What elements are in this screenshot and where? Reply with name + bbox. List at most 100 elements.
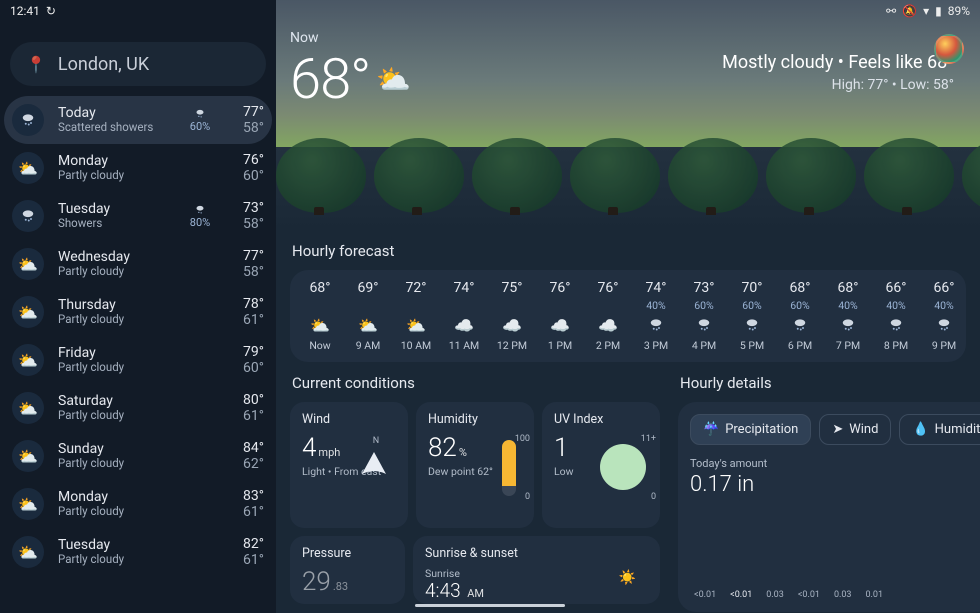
- day-row[interactable]: ⛅ SaturdayPartly cloudy 80°61°: [4, 384, 272, 432]
- day-list: TodayScattered showers 60% 77°58° ⛅ Mond…: [0, 92, 276, 580]
- day-hi: 77°: [243, 104, 264, 120]
- day-label: Sunday: [58, 441, 170, 457]
- day-lo: 60°: [243, 168, 264, 184]
- day-hi: 79°: [243, 344, 264, 360]
- now-icon: ⛅: [376, 63, 410, 96]
- main-panel: Now 68°⛅ Mostly cloudy • Feels like 68° …: [276, 0, 980, 613]
- hour-col: 65°30%9 PM: [968, 280, 980, 352]
- hour-label: 7 PM: [836, 339, 860, 352]
- day-lo: 60°: [243, 360, 264, 376]
- day-row[interactable]: ⛅ WednesdayPartly cloudy 77°58°: [4, 240, 272, 288]
- status-time: 12:41: [10, 4, 40, 18]
- day-precip: 80%: [176, 203, 224, 229]
- day-label: Tuesday: [58, 201, 170, 217]
- day-lo: 62°: [243, 456, 264, 472]
- hour-col: 72°⛅10 AM: [392, 280, 440, 352]
- day-icon: [12, 104, 44, 136]
- hour-label: 9 PM: [932, 339, 956, 352]
- hour-label: 4 PM: [692, 339, 716, 352]
- hour-temp: 74°: [646, 280, 667, 296]
- day-lo: 61°: [243, 552, 264, 568]
- day-label: Wednesday: [58, 249, 170, 265]
- hour-icon: ☁️: [550, 314, 570, 336]
- hour-temp: 68°: [838, 280, 859, 296]
- day-icon: ⛅: [12, 344, 44, 376]
- day-cond: Showers: [58, 217, 170, 230]
- day-cond: Partly cloudy: [58, 409, 170, 422]
- day-cond: Partly cloudy: [58, 313, 170, 326]
- day-lo: 61°: [243, 408, 264, 424]
- umbrella-icon: ☔: [703, 422, 719, 437]
- day-row[interactable]: ⛅ MondayPartly cloudy 83°61°: [4, 480, 272, 528]
- day-row[interactable]: ⛅ FridayPartly cloudy 79°60°: [4, 336, 272, 384]
- day-icon: ⛅: [12, 152, 44, 184]
- hour-col: 75°☁️12 PM: [488, 280, 536, 352]
- day-row[interactable]: TodayScattered showers 60% 77°58°: [4, 96, 272, 144]
- day-hi: 76°: [243, 152, 264, 168]
- hour-precip: 40%: [934, 299, 954, 311]
- day-lo: 58°: [243, 264, 264, 280]
- day-label: Monday: [58, 489, 170, 505]
- day-label: Today: [58, 105, 170, 121]
- tab-precipitation[interactable]: ☔Precipitation: [690, 414, 811, 445]
- hour-icon: ☁️: [598, 314, 618, 336]
- hero: Now 68°⛅ Mostly cloudy • Feels like 68° …: [276, 0, 980, 230]
- amount-ticks: <0.01<0.010.03<0.010.030.01: [690, 590, 980, 600]
- now-temp: 68°: [290, 46, 370, 112]
- gesture-bar[interactable]: [385, 604, 595, 607]
- hour-label: 3 PM: [644, 339, 668, 352]
- hour-col: 68°⛅Now: [296, 280, 344, 352]
- hour-col: 69°⛅9 AM: [344, 280, 392, 352]
- tab-wind[interactable]: ➤Wind: [819, 414, 891, 445]
- hour-temp: 73°: [694, 280, 715, 296]
- day-icon: ⛅: [12, 392, 44, 424]
- day-cond: Partly cloudy: [58, 457, 170, 470]
- day-hi: 78°: [243, 296, 264, 312]
- day-icon: ⛅: [12, 536, 44, 568]
- day-row[interactable]: ⛅ SundayPartly cloudy 84°62°: [4, 432, 272, 480]
- day-icon: ⛅: [12, 440, 44, 472]
- hourly-forecast[interactable]: 68°⛅Now69°⛅9 AM72°⛅10 AM74°☁️11 AM75°☁️1…: [290, 270, 966, 362]
- location-search[interactable]: 📍 London, UK: [10, 42, 266, 86]
- hour-temp: 68°: [310, 280, 331, 296]
- wind-card[interactable]: Wind 4mph Light • From east N: [290, 402, 408, 528]
- day-row[interactable]: ⛅ ThursdayPartly cloudy 78°61°: [4, 288, 272, 336]
- day-cond: Partly cloudy: [58, 553, 170, 566]
- hour-temp: 66°: [886, 280, 907, 296]
- day-row[interactable]: TuesdayShowers 80% 73°58°: [4, 192, 272, 240]
- day-lo: 58°: [243, 120, 264, 136]
- hourly-details-card: ☔Precipitation ➤Wind 💧Humidity Today's a…: [678, 402, 980, 612]
- hour-icon: ☁️: [454, 314, 474, 336]
- now-label: Now: [290, 30, 410, 46]
- day-row[interactable]: ⛅ TuesdayPartly cloudy 82°61°: [4, 528, 272, 576]
- hour-temp: 74°: [454, 280, 475, 296]
- day-precip: 60%: [176, 107, 224, 133]
- day-lo: 61°: [243, 504, 264, 520]
- uv-card[interactable]: UV Index 1 Low 11+0: [542, 402, 660, 528]
- location-text: London, UK: [58, 54, 149, 75]
- tab-humidity[interactable]: 💧Humidity: [899, 414, 980, 445]
- hour-col: 74°40%3 PM: [632, 280, 680, 352]
- hour-icon: ☁️: [502, 314, 522, 336]
- day-hi: 77°: [243, 248, 264, 264]
- hour-label: 9 AM: [356, 339, 381, 352]
- pressure-card[interactable]: Pressure 29.83: [290, 536, 405, 604]
- sync-icon: ↻: [46, 4, 56, 18]
- hour-icon: [839, 314, 857, 336]
- hour-col: 76°☁️1 PM: [536, 280, 584, 352]
- day-row[interactable]: ⛅ MondayPartly cloudy 76°60°: [4, 144, 272, 192]
- day-icon: [12, 200, 44, 232]
- hour-icon: ⛅: [358, 314, 378, 336]
- day-cond: Scattered showers: [58, 121, 170, 134]
- hour-temp: 75°: [502, 280, 523, 296]
- humidity-card[interactable]: Humidity 82% Dew point 62° 1000: [416, 402, 534, 528]
- hour-col: 70°60%5 PM: [728, 280, 776, 352]
- profile-avatar[interactable]: [934, 34, 964, 64]
- day-lo: 61°: [243, 312, 264, 328]
- hour-col: 74°☁️11 AM: [440, 280, 488, 352]
- sun-card[interactable]: Sunrise & sunset Sunrise 4:43 AM ☀️: [413, 536, 660, 604]
- hour-label: 2 PM: [596, 339, 620, 352]
- now-condition: Mostly cloudy • Feels like 68°: [722, 52, 954, 73]
- day-hi: 84°: [243, 440, 264, 456]
- hour-icon: [743, 314, 761, 336]
